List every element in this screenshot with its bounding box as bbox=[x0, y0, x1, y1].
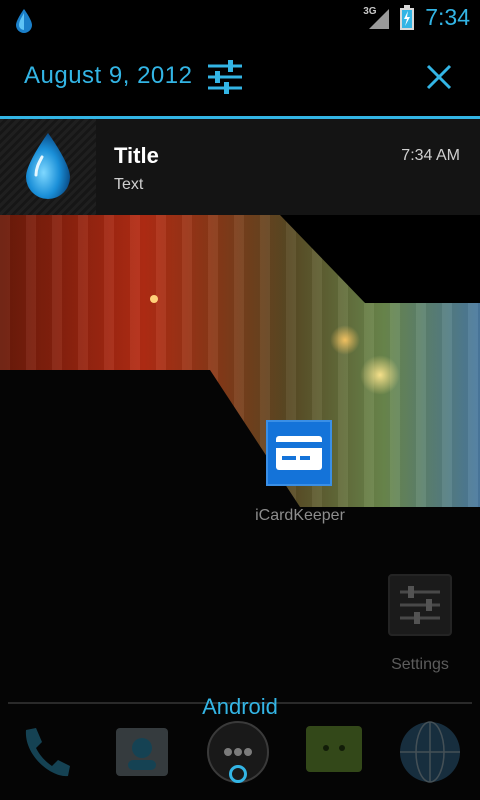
shade-header: August 9, 2012 bbox=[0, 38, 480, 116]
status-bar: 3G 7:34 bbox=[0, 0, 480, 38]
page-label: Android bbox=[202, 694, 278, 719]
phone-icon[interactable] bbox=[12, 720, 76, 784]
notification-item[interactable]: Title Text 7:34 AM bbox=[0, 119, 480, 215]
icardkeeper-shortcut-icon[interactable] bbox=[266, 420, 332, 486]
notification-shade: August 9, 2012 Title Text 7:34 AM bbox=[0, 38, 480, 215]
notification-text: Text bbox=[114, 176, 144, 193]
notification-time: 7:34 AM bbox=[401, 147, 460, 164]
page-indicator-handle[interactable] bbox=[229, 765, 247, 783]
cell-signal-icon: 3G bbox=[363, 5, 393, 31]
settings-sliders-icon bbox=[400, 586, 440, 624]
notification-title: Title bbox=[114, 143, 159, 168]
sliders-icon[interactable] bbox=[204, 58, 246, 96]
contacts-icon[interactable] bbox=[110, 720, 174, 784]
water-drop-icon bbox=[26, 133, 70, 199]
shade-date: August 9, 2012 bbox=[24, 62, 193, 89]
messaging-icon[interactable] bbox=[302, 720, 366, 784]
water-drop-notification-icon bbox=[16, 9, 32, 33]
browser-icon[interactable] bbox=[398, 720, 462, 784]
settings-label[interactable]: Settings bbox=[372, 656, 468, 674]
card-icon bbox=[276, 436, 322, 470]
notification-icon-container bbox=[0, 119, 96, 215]
close-icon[interactable] bbox=[420, 58, 458, 96]
icardkeeper-label[interactable]: iCardKeeper bbox=[238, 507, 362, 525]
settings-shortcut-icon[interactable] bbox=[388, 574, 452, 636]
battery-icon bbox=[400, 4, 415, 30]
status-time: 7:34 bbox=[425, 4, 470, 30]
